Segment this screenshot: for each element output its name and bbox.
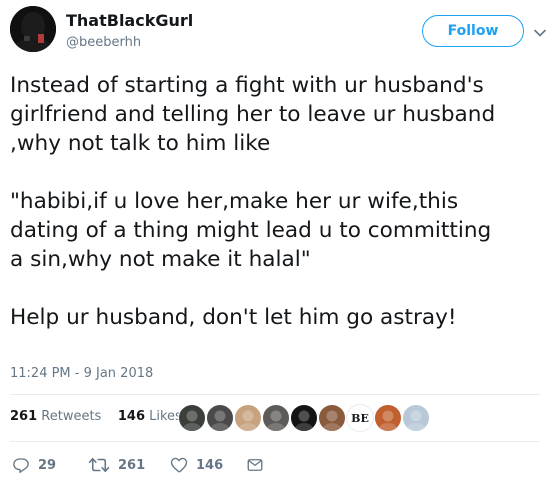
retweets-stat[interactable]: 261 Retweets (10, 409, 101, 424)
like-button[interactable]: 146 (170, 455, 223, 475)
liker-avatar-text: BE (351, 411, 369, 425)
reply-icon (12, 456, 30, 474)
follow-button[interactable]: Follow (422, 15, 524, 47)
retweets-label: Retweets (41, 409, 102, 424)
tweet-line: girlfriend and telling her to leave ur h… (10, 102, 496, 127)
tweet-line: ,why not talk to him like (10, 131, 271, 156)
liker-avatar-4[interactable] (262, 404, 290, 432)
caret-down-icon[interactable] (534, 24, 546, 37)
avatar[interactable] (10, 6, 56, 52)
reply-button[interactable]: 29 (12, 455, 56, 475)
liker-avatar-2[interactable] (206, 404, 234, 432)
liker-avatar-5[interactable] (290, 404, 318, 432)
tweet-line: Instead of starting a fight with ur husb… (10, 73, 484, 98)
heart-icon (170, 456, 188, 474)
divider (10, 394, 540, 395)
tweet-line: a sin,why not make it halal" (10, 247, 311, 272)
liker-avatar-7[interactable]: BE (346, 404, 374, 432)
tweet-line: Help ur husband, don't let him go astray… (10, 305, 457, 330)
retweets-count: 261 (10, 409, 38, 424)
retweet-button[interactable]: 261 (88, 455, 145, 475)
tweet-timestamp[interactable]: 11:24 PM - 9 Jan 2018 (10, 366, 153, 381)
tweet-line: dating of a thing might lead u to commit… (10, 218, 492, 243)
likes-label: Likes (149, 409, 182, 424)
like-count: 146 (196, 457, 224, 473)
divider (10, 441, 540, 442)
direct-message-button[interactable] (246, 455, 264, 475)
reply-count: 29 (38, 457, 57, 473)
likes-stat[interactable]: 146 Likes (118, 409, 182, 424)
likes-count: 146 (117, 409, 145, 424)
liker-avatar-9[interactable] (402, 404, 430, 432)
engagement-stats: 261 Retweets 146 Likes (10, 409, 182, 424)
user-handle[interactable]: @beeberhh (66, 35, 141, 50)
liker-avatar-6[interactable] (318, 404, 346, 432)
display-name[interactable]: ThatBlackGurl (66, 11, 193, 30)
dm-icon (246, 456, 264, 474)
retweet-count: 261 (118, 457, 146, 473)
liker-avatar-8[interactable] (374, 404, 402, 432)
tweet-line: "habibi,if u love her,make her ur wife,t… (10, 189, 459, 214)
tweet-card: ThatBlackGurl @beeberhh Follow Instead o… (0, 0, 550, 486)
retweet-icon (88, 456, 110, 474)
liker-avatar-1[interactable] (178, 404, 206, 432)
tweet-text: Instead of starting a fight with ur husb… (10, 71, 546, 332)
liker-avatar-3[interactable] (234, 404, 262, 432)
